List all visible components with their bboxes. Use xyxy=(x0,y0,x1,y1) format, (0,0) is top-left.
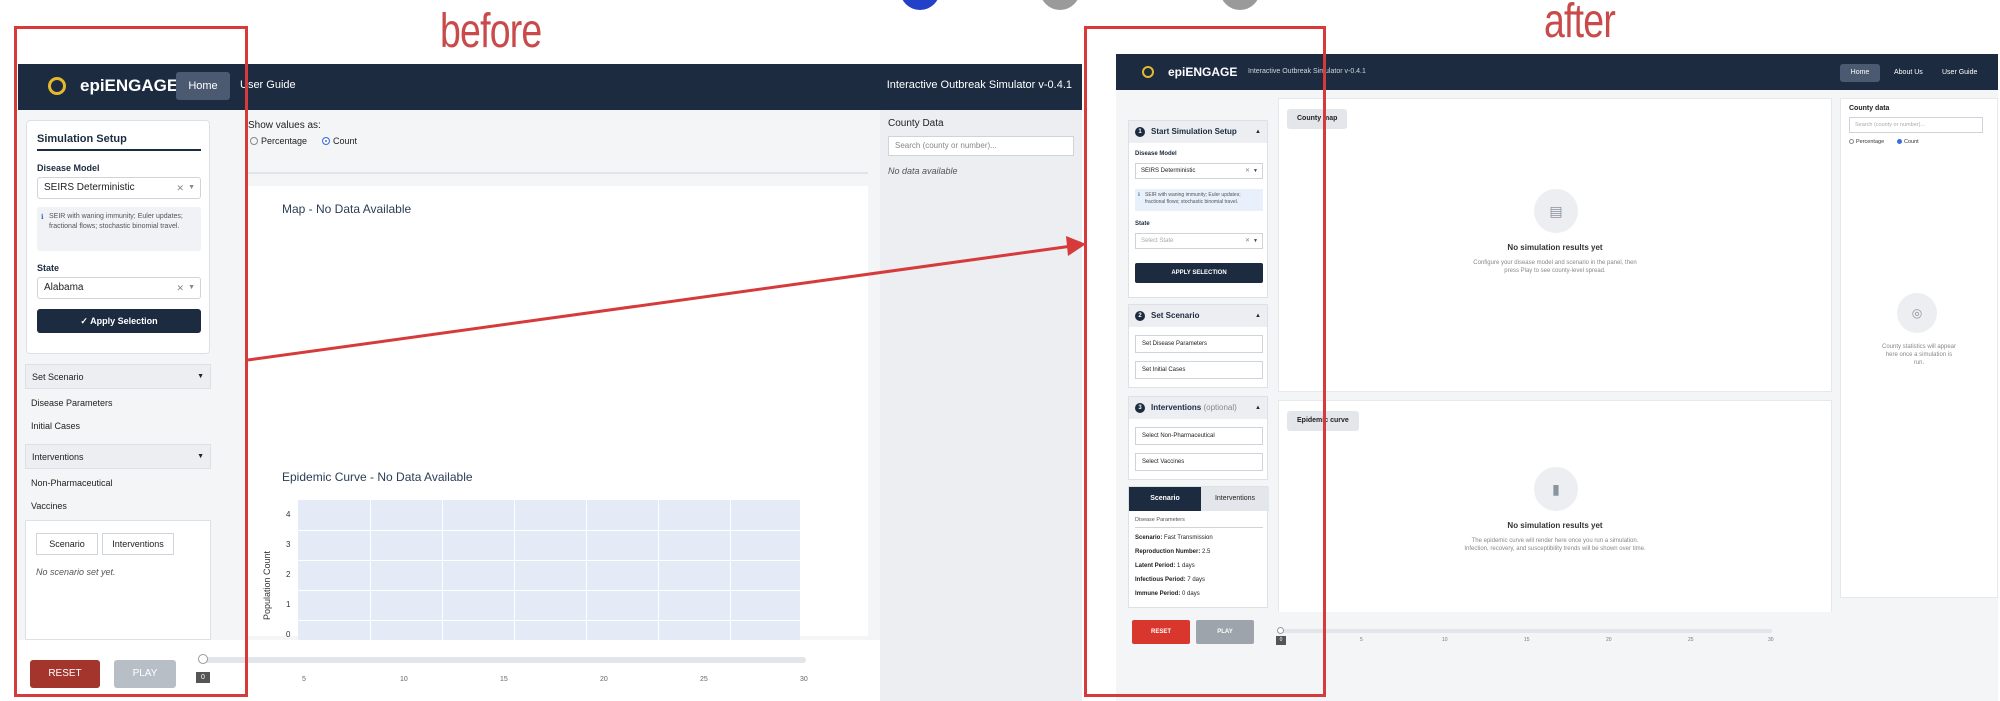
percentage-label: Percentage xyxy=(1856,139,1885,145)
slider-tick: 25 xyxy=(1688,637,1694,643)
map-icon: ▤ xyxy=(1534,189,1578,233)
gridline xyxy=(442,500,443,640)
county-empty-line: here once a simulation is xyxy=(1885,352,1953,358)
county-map-card: County map ▤ No simulation results yet C… xyxy=(1278,98,1832,392)
time-slider[interactable] xyxy=(1277,627,1772,634)
county-search-input[interactable]: Search (county or number)... xyxy=(888,136,1074,156)
gridline xyxy=(298,560,800,561)
county-search-input[interactable]: Search (county or number)... xyxy=(1849,117,1983,133)
gridline xyxy=(658,500,659,640)
county-empty-line: run. xyxy=(1913,360,1925,366)
map-empty-line: press Play to see county-level spread. xyxy=(1504,268,1606,274)
cropped-gray-glyph xyxy=(1040,0,1080,10)
radio-icon xyxy=(1849,139,1854,144)
slider-tick: 15 xyxy=(1524,637,1530,643)
slider-tick: 30 xyxy=(800,676,808,683)
radio-checked-icon xyxy=(322,137,330,145)
y-tick: 2 xyxy=(286,570,291,579)
nav-home[interactable]: Home xyxy=(1840,64,1880,82)
slider-tick: 25 xyxy=(700,676,708,683)
gridline xyxy=(298,590,800,591)
nav-about-us[interactable]: About Us xyxy=(1894,69,1923,76)
slider-tick: 5 xyxy=(1360,637,1363,643)
before-highlight-box xyxy=(14,26,248,697)
time-slider[interactable] xyxy=(198,654,806,664)
gridline xyxy=(514,500,515,640)
nav-user-guide[interactable]: User Guide xyxy=(240,79,296,91)
radio-icon xyxy=(250,137,258,145)
nav-user-guide[interactable]: User Guide xyxy=(1942,69,1977,76)
slider-tick: 20 xyxy=(600,676,608,683)
epi-curve-title: Epidemic Curve - No Data Available xyxy=(282,470,473,484)
county-data-title: County data xyxy=(1849,105,1890,112)
county-empty-line: County statistics will appear xyxy=(1881,344,1957,350)
count-radio[interactable]: Count xyxy=(1897,139,1919,145)
radio-checked-icon xyxy=(1897,139,1902,144)
y-tick: 1 xyxy=(286,600,291,609)
map-empty-title: No simulation results yet xyxy=(1507,243,1603,252)
epi-curve-plot xyxy=(298,500,800,640)
slider-tick: 15 xyxy=(500,676,508,683)
y-axis-label: Population Count xyxy=(262,550,272,620)
count-label: Count xyxy=(1904,139,1919,145)
gridline xyxy=(298,530,800,531)
county-data-panel: County data Search (county or number)...… xyxy=(1840,98,1998,598)
show-values-label: Show values as: xyxy=(248,120,321,131)
y-tick: 4 xyxy=(286,510,291,519)
map-title: Map - No Data Available xyxy=(282,202,412,216)
y-tick: 0 xyxy=(286,630,291,639)
map-card: Map - No Data Available Epidemic Curve -… xyxy=(248,186,868,640)
epi-empty-line: Infection, recovery, and susceptibility … xyxy=(1464,546,1646,552)
cropped-gray-glyph xyxy=(1220,0,1260,10)
slider-tick: 5 xyxy=(302,676,306,683)
slider-tick: 10 xyxy=(400,676,408,683)
percentage-radio[interactable]: Percentage xyxy=(250,136,307,146)
count-label: Count xyxy=(333,136,358,146)
epi-empty-line: The epidemic curve will render here once… xyxy=(1471,538,1639,544)
divider xyxy=(248,172,868,174)
epi-empty-title: No simulation results yet xyxy=(1507,521,1603,530)
map-empty-line: Configure your disease model and scenari… xyxy=(1473,260,1637,266)
percentage-radio[interactable]: Percentage xyxy=(1849,139,1884,145)
gridline xyxy=(298,620,800,621)
version-text: Interactive Outbreak Simulator v-0.4.1 xyxy=(886,79,1072,91)
cropped-blue-glyph xyxy=(900,0,940,10)
slider-tick: 20 xyxy=(1606,637,1612,643)
gridline xyxy=(730,500,731,640)
after-highlight-box xyxy=(1084,26,1326,697)
county-data-panel: County Data Search (county or number)...… xyxy=(880,110,1082,701)
bar-chart-icon: ▮ xyxy=(1534,467,1578,511)
no-data-note: No data available xyxy=(888,166,958,176)
percentage-label: Percentage xyxy=(261,136,308,146)
gridline xyxy=(586,500,587,640)
county-data-title: County Data xyxy=(888,118,944,129)
slider-tick: 10 xyxy=(1442,637,1448,643)
y-tick: 3 xyxy=(286,540,291,549)
before-label: before xyxy=(440,5,542,58)
count-radio[interactable]: Count xyxy=(322,136,357,146)
after-label: after xyxy=(1544,0,1616,48)
slider-tick: 30 xyxy=(1768,637,1774,643)
gridline xyxy=(370,500,371,640)
map-pin-icon: ◎ xyxy=(1897,293,1937,333)
